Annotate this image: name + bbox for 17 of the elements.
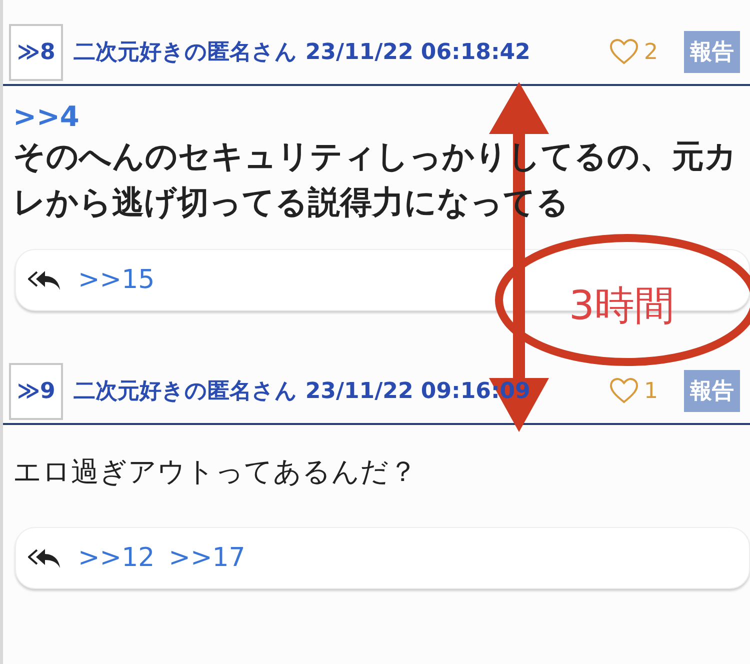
post-number[interactable]: ≫9 — [9, 362, 64, 420]
report-button[interactable]: 報告 — [684, 370, 740, 412]
reply-link[interactable]: >>12 — [78, 543, 155, 573]
author-name: 二次元好きの匿名さん — [73, 39, 298, 67]
like-count: 2 — [644, 40, 658, 64]
quote-link[interactable]: >>4 — [13, 100, 80, 133]
reply-link[interactable]: >>17 — [168, 543, 246, 573]
post-text: エロ過ぎアウトってあるんだ？ — [13, 454, 418, 490]
reply-link[interactable]: >>15 — [78, 265, 155, 295]
post-number[interactable]: ≫8 — [9, 24, 64, 80]
reply-all-icon[interactable] — [28, 547, 62, 569]
reply-all-icon[interactable] — [28, 269, 62, 291]
report-button[interactable]: 報告 — [684, 31, 740, 73]
post-timestamp: 23/11/22 06:18:42 — [305, 40, 530, 64]
annotation-label: 3時間 — [569, 282, 674, 331]
author-name: 二次元好きの匿名さん — [73, 378, 298, 406]
like-count: 1 — [644, 378, 658, 404]
